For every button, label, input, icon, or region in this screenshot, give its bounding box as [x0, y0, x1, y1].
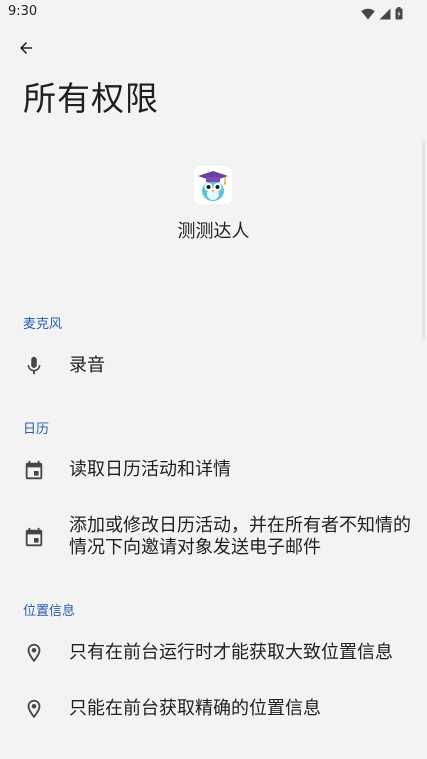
permission-item-read-calendar[interactable]: 读取日历活动和详情: [0, 446, 427, 496]
app-name: 测测达人: [177, 221, 250, 242]
calendar-icon: [22, 526, 46, 550]
permission-item-record-audio[interactable]: 录音: [0, 342, 427, 390]
permission-label: 添加或修改日历活动，并在所有者不知情的情况下向邀请对象发送电子邮件: [69, 515, 411, 558]
section-header-calendar: 日历: [23, 422, 50, 437]
permission-label: 只能在前台获取精确的位置信息: [69, 698, 321, 719]
owl-graduate-app-icon: [194, 166, 232, 204]
scrollbar[interactable]: [422, 140, 425, 340]
wifi-icon: [361, 5, 375, 24]
section-header-microphone: 麦克风: [23, 317, 63, 332]
calendar-icon: [22, 459, 46, 483]
section-header-location: 位置信息: [23, 604, 76, 619]
app-permissions-screen: 9:30 所有权限 测测达人 麦克风 录音 日历 读取日历活动和详情 添加或修改…: [0, 0, 427, 759]
permission-item-precise-location[interactable]: 只能在前台获取精确的位置信息: [0, 686, 427, 734]
permission-item-write-calendar[interactable]: 添加或修改日历活动，并在所有者不知情的情况下向邀请对象发送电子邮件: [0, 510, 427, 566]
arrow-back-icon: [17, 39, 35, 61]
cellular-signal-icon: [379, 5, 391, 24]
location-pin-icon: [22, 641, 46, 665]
permission-label: 录音: [69, 355, 105, 376]
back-button[interactable]: [12, 36, 40, 64]
permission-label: 只有在前台运行时才能获取大致位置信息: [69, 642, 393, 663]
page-title: 所有权限: [23, 79, 159, 118]
permission-label: 读取日历活动和详情: [69, 459, 231, 480]
permission-item-approximate-location[interactable]: 只有在前台运行时才能获取大致位置信息: [0, 630, 427, 678]
location-pin-icon: [22, 697, 46, 721]
microphone-icon: [22, 354, 46, 378]
status-bar: 9:30: [0, 0, 427, 24]
status-time: 9:30: [8, 4, 38, 19]
battery-icon: [395, 5, 403, 24]
status-icons: [361, 5, 403, 24]
